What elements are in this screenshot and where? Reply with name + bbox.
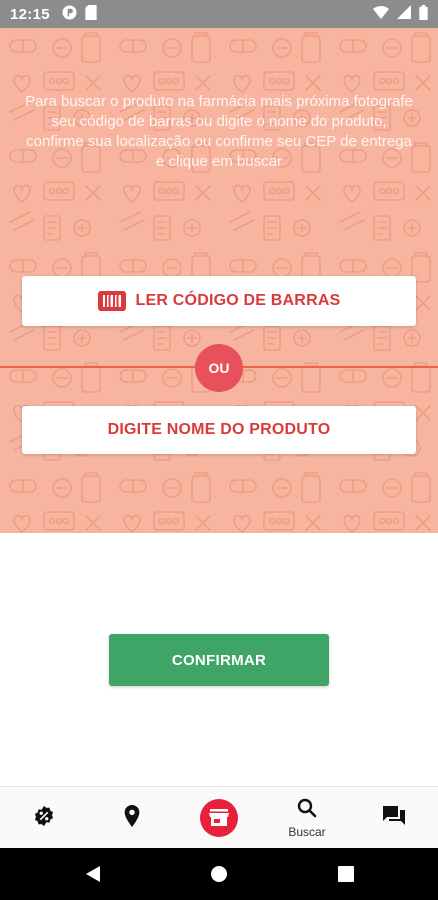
nav-item-chat[interactable]: [374, 787, 414, 849]
nav-search-label: Buscar: [288, 824, 326, 839]
chat-icon: [383, 805, 405, 831]
enter-product-name-button[interactable]: DIGITE NOME DO PRODUTO: [22, 406, 416, 454]
or-badge: OU: [195, 344, 243, 392]
status-bar: 12:15: [0, 0, 438, 28]
sd-card-icon: [85, 4, 97, 24]
nav-item-store[interactable]: [199, 787, 239, 849]
bottom-navigation: Buscar: [0, 786, 438, 848]
status-time: 12:15: [10, 5, 50, 23]
discount-badge-icon: [33, 805, 55, 832]
search-instruction: Para buscar o produto na farmácia mais p…: [25, 93, 413, 170]
circle-badge-icon: [62, 4, 77, 24]
nav-item-search[interactable]: Buscar: [283, 787, 331, 849]
scan-barcode-label: LER CÓDIGO DE BARRAS: [135, 292, 341, 309]
location-pin-icon: [123, 804, 141, 832]
wifi-icon: [373, 5, 389, 23]
search-icon: [297, 798, 317, 823]
battery-icon: [419, 4, 428, 24]
search-hero: Para buscar o produto na farmácia mais p…: [0, 28, 438, 533]
cellular-icon: [397, 5, 411, 23]
barcode-icon: [97, 291, 126, 311]
enter-product-name-label: DIGITE NOME DO PRODUTO: [107, 421, 331, 438]
system-navigation-bar: [0, 848, 438, 900]
confirm-label: CONFIRMAR: [171, 651, 267, 669]
back-icon[interactable]: [84, 864, 102, 889]
home-icon[interactable]: [210, 864, 228, 889]
confirm-button[interactable]: CONFIRMAR: [109, 634, 329, 686]
recent-apps-icon[interactable]: [337, 864, 355, 889]
nav-item-offers[interactable]: [24, 787, 64, 849]
scan-barcode-button[interactable]: LER CÓDIGO DE BARRAS: [22, 276, 416, 326]
store-icon: [200, 799, 238, 837]
nav-item-location[interactable]: [112, 787, 152, 849]
